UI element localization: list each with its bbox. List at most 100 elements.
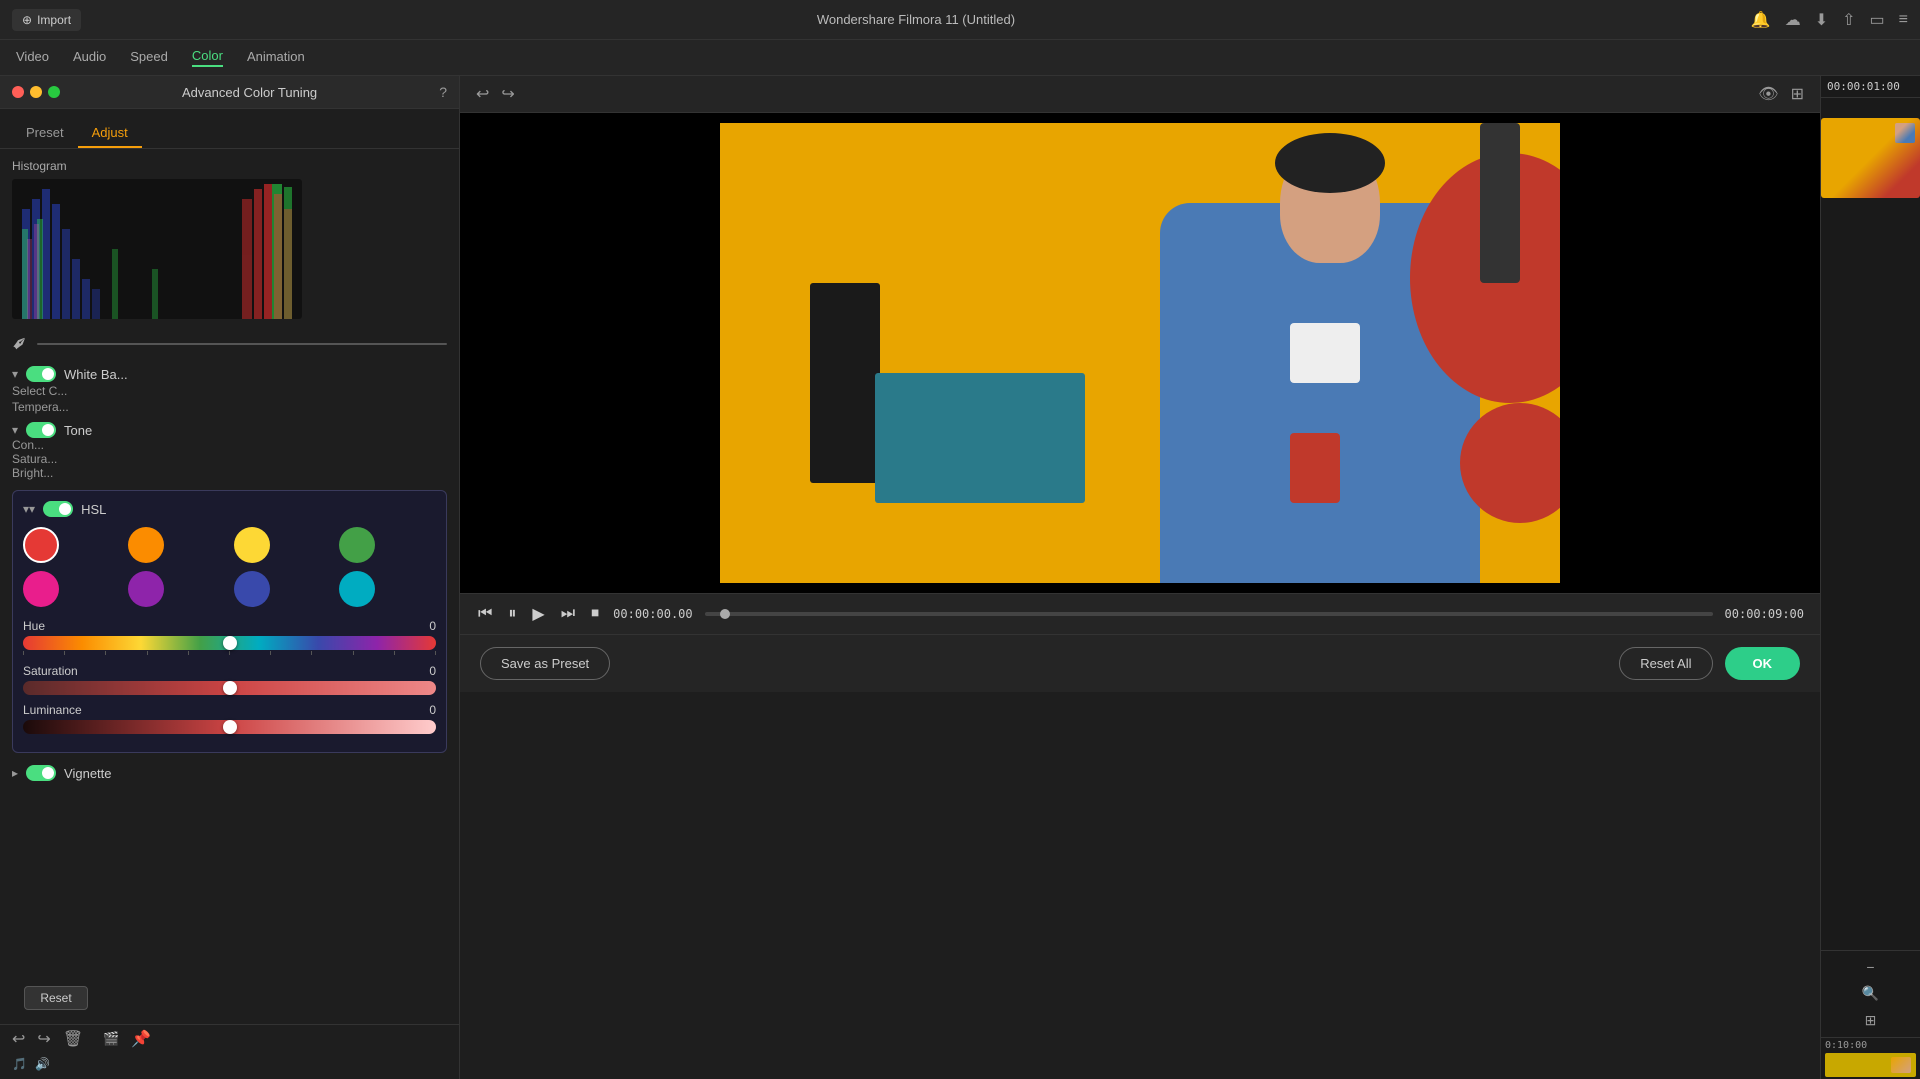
swatch-cyan[interactable] [339, 571, 375, 607]
tab-color[interactable]: Color [192, 48, 223, 67]
saturation-thumb[interactable] [223, 681, 237, 695]
tick [188, 651, 189, 655]
traffic-light-close[interactable] [12, 86, 24, 98]
top-bar: ⊕ Import Wondershare Filmora 11 (Untitle… [0, 0, 1920, 40]
swatch-green[interactable] [339, 527, 375, 563]
luminance-thumb[interactable] [223, 720, 237, 734]
hsl-chevron[interactable]: ▾ [23, 502, 35, 516]
progress-bar[interactable] [705, 612, 1713, 616]
hsl-toggle[interactable] [43, 501, 73, 517]
cloud-icon[interactable]: ☁ [1785, 10, 1801, 30]
timeline-track-right [1825, 1053, 1916, 1077]
hue-slider-row: Hue 0 [23, 619, 436, 656]
thumbnail-strip [1821, 118, 1920, 198]
sub-tabs: Preset Adjust [0, 109, 459, 149]
right-content: ↩ ↪ 👁 ⊞ [460, 76, 1820, 1079]
reset-button[interactable]: Reset [24, 986, 88, 1010]
panel-bottom-icons: ↩ ↪ 🗑 🎬 📌 [0, 1024, 459, 1053]
saturation-slider[interactable] [23, 681, 436, 695]
download-icon[interactable]: ⬇ [1815, 10, 1828, 30]
tick [311, 651, 312, 655]
window-icon[interactable]: ▭ [1870, 10, 1885, 30]
swatch-pink[interactable] [23, 571, 59, 607]
tick [353, 651, 354, 655]
saturation-value: 0 [429, 664, 436, 678]
zoom-minus-icon[interactable]: − [1866, 959, 1874, 975]
notification-icon[interactable]: 🔔 [1751, 10, 1771, 30]
ok-button[interactable]: OK [1725, 647, 1801, 680]
tab-speed[interactable]: Speed [130, 49, 168, 66]
eyedropper-bar [37, 343, 447, 345]
tick [23, 651, 24, 655]
compare-icon[interactable]: ⊞ [1791, 84, 1804, 104]
undo-toolbar-icon[interactable]: ↩ [476, 84, 489, 104]
bottom-actions: Save as Preset Reset All OK [460, 634, 1820, 692]
saturation-label-row: Saturation 0 [23, 664, 436, 678]
stop-button[interactable]: ⏹ [589, 603, 601, 625]
question-icon[interactable]: ? [439, 84, 447, 100]
hue-thumb[interactable] [223, 636, 237, 650]
tab-preset[interactable]: Preset [12, 119, 78, 148]
traffic-light-maximize[interactable] [48, 86, 60, 98]
tab-audio[interactable]: Audio [73, 49, 106, 66]
play-button[interactable]: ▶ [530, 602, 546, 626]
delete-icon[interactable]: 🗑 [63, 1029, 83, 1049]
progress-handle[interactable] [720, 609, 730, 619]
import-button[interactable]: ⊕ Import [12, 9, 81, 31]
reset-btn-container: Reset [0, 972, 459, 1024]
hue-slider[interactable] [23, 636, 436, 650]
tab-adjust[interactable]: Adjust [78, 119, 142, 148]
saturation-label: Satura... [12, 452, 57, 466]
tone-chevron[interactable]: ▾ [12, 423, 18, 437]
left-panel-content: Histogram [0, 149, 459, 972]
swatch-blue[interactable] [234, 571, 270, 607]
brightness-row: Bright... [12, 466, 447, 480]
swatch-yellow[interactable] [234, 527, 270, 563]
undo-icon[interactable]: ↩ [12, 1029, 25, 1049]
redo-toolbar-icon[interactable]: ↪ [501, 84, 514, 104]
hue-label-row: Hue 0 [23, 619, 436, 633]
swatch-red[interactable] [23, 527, 59, 563]
reset-all-button[interactable]: Reset All [1619, 647, 1712, 680]
vignette-section: ▸ Vignette [0, 759, 459, 787]
film-icon: 🎵 [12, 1057, 27, 1071]
step-forward-button[interactable]: ⏭ [559, 603, 577, 625]
speaker-icon: 🔊 [35, 1057, 50, 1071]
swatch-purple[interactable] [128, 571, 164, 607]
redo-icon[interactable]: ↪ [37, 1029, 50, 1049]
histogram-section: Histogram [0, 149, 459, 325]
save-preset-button[interactable]: Save as Preset [480, 647, 610, 680]
vignette-chevron[interactable]: ▸ [12, 766, 18, 780]
select-color-row: Select C... [12, 382, 447, 400]
luminance-slider[interactable] [23, 720, 436, 734]
tick [147, 651, 148, 655]
swatch-orange[interactable] [128, 527, 164, 563]
scene-icon[interactable]: 🎬 [103, 1031, 119, 1047]
tab-animation[interactable]: Animation [247, 49, 305, 66]
grid-icon[interactable]: ⊞ [1865, 1012, 1877, 1029]
tick [64, 651, 65, 655]
luminance-label-row: Luminance 0 [23, 703, 436, 717]
tone-toggle[interactable] [26, 422, 56, 438]
menu-icon[interactable]: ≡ [1899, 11, 1908, 29]
eye-icon[interactable]: 👁 [1758, 84, 1778, 104]
hue-value: 0 [429, 619, 436, 633]
histogram-label: Histogram [12, 159, 447, 173]
tick [270, 651, 271, 655]
contrast-row: Con... [12, 438, 447, 452]
white-balance-toggle[interactable] [26, 366, 56, 382]
tone-row: ▾ Tone [12, 422, 447, 438]
bottom-right-buttons: Reset All OK [1619, 647, 1800, 680]
tick [105, 651, 106, 655]
vignette-toggle[interactable] [26, 765, 56, 781]
current-time: 00:00:00.00 [613, 607, 692, 621]
rewind-button[interactable]: ⏮ [476, 603, 494, 625]
zoom-in-icon[interactable]: 🔍 [1862, 985, 1879, 1002]
pin-icon[interactable]: 📌 [131, 1029, 151, 1049]
tab-video[interactable]: Video [16, 49, 49, 66]
eyedropper-icon[interactable]: ✒ [6, 329, 36, 359]
traffic-light-minimize[interactable] [30, 86, 42, 98]
white-balance-chevron[interactable]: ▾ [12, 367, 18, 381]
step-back-button[interactable]: ⏸ [506, 603, 518, 625]
share-icon[interactable]: ⇧ [1842, 10, 1855, 30]
